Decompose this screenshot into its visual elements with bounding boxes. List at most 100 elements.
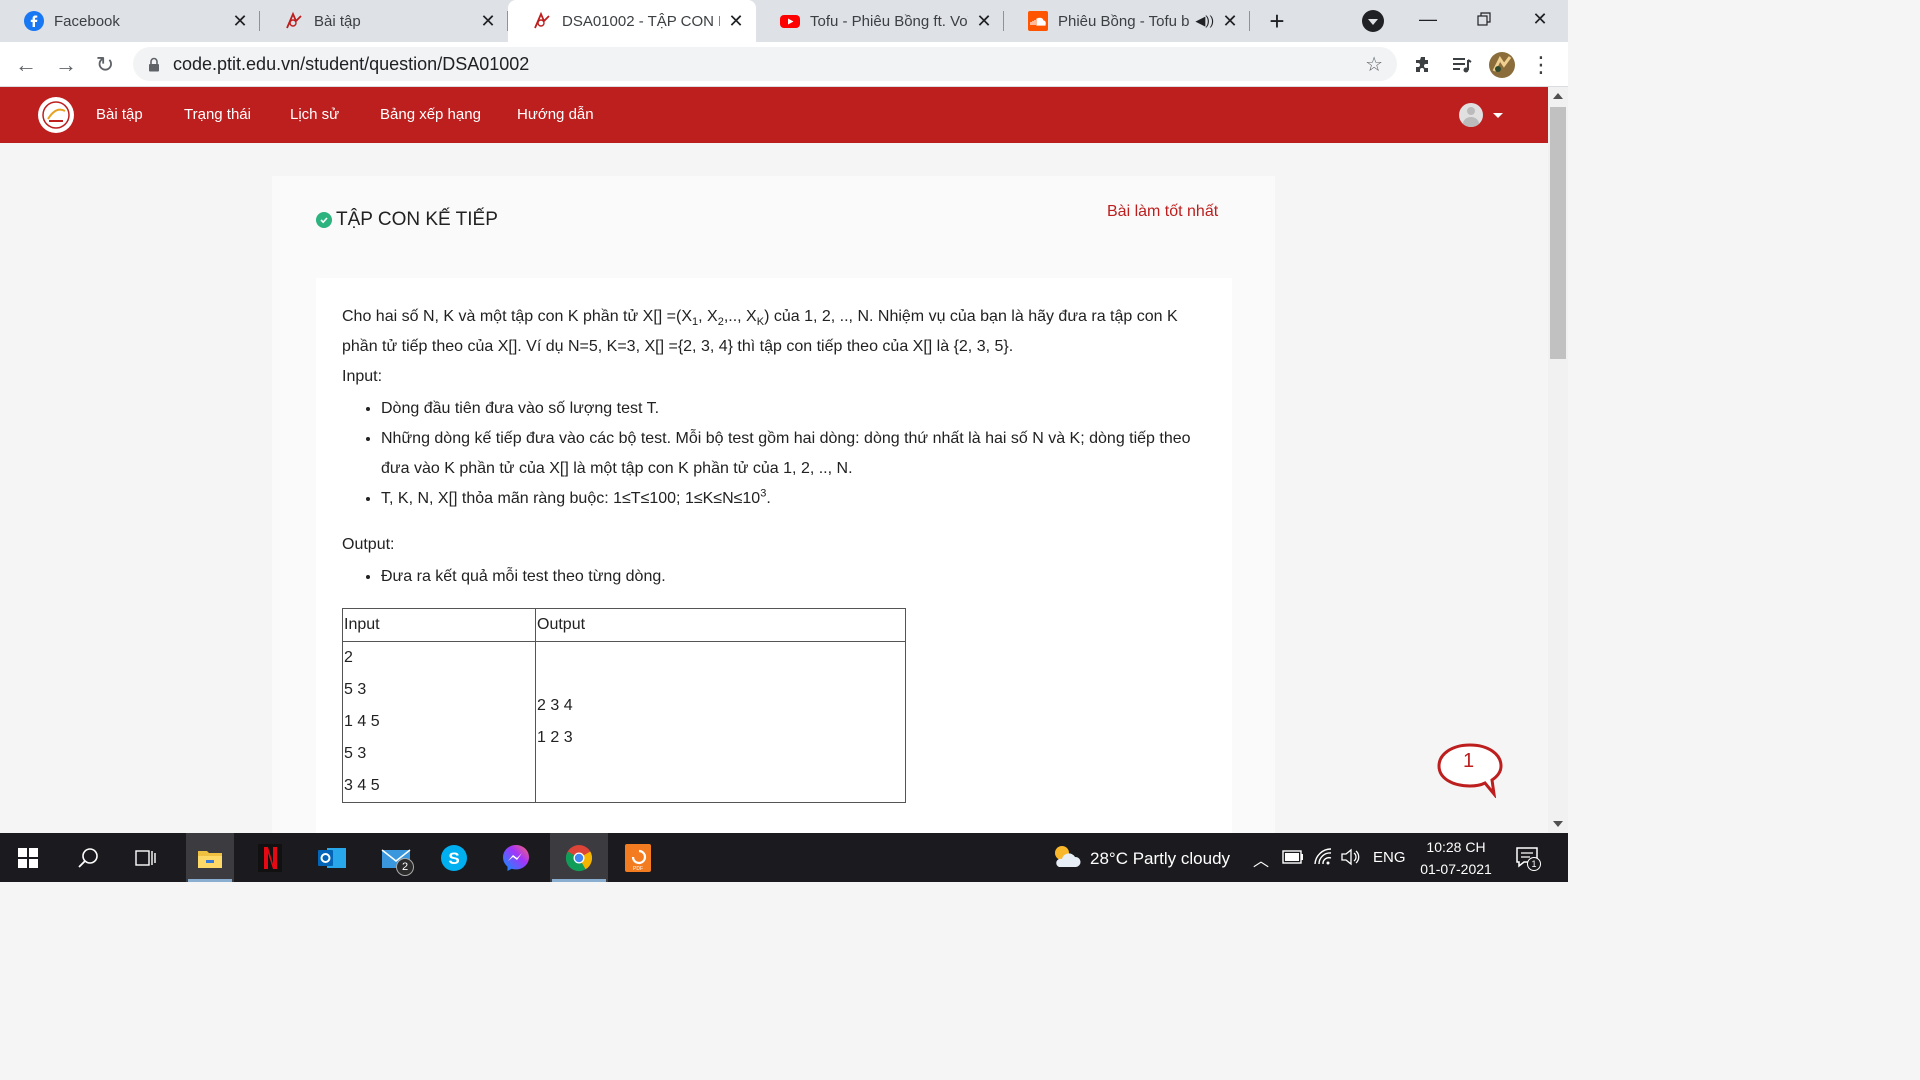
tab-title: DSA01002 - TẬP CON KẾ TIẾP [562,12,720,30]
language-indicator[interactable]: ENG [1373,849,1406,866]
close-icon[interactable]: ✕ [726,11,746,31]
mail-icon[interactable]: 2 [372,833,420,882]
scroll-up-icon[interactable] [1553,93,1563,99]
user-avatar[interactable] [1459,103,1483,127]
bookmark-star-icon[interactable]: ☆ [1365,52,1383,77]
table-row: 2 5 3 1 4 5 5 3 3 4 5 2 3 4 1 2 3 [342,641,906,803]
tab-title: Facebook [54,12,120,30]
url-text: code.ptit.edu.vn/student/question/DSA010… [173,53,530,74]
pdf-reader-icon[interactable]: PDF [614,833,662,882]
close-icon[interactable]: ✕ [230,11,250,31]
output-list: Đưa ra kết quả mỗi test theo từng dòng. [381,562,1206,592]
example-input-line: 2 [344,649,353,666]
reload-icon[interactable]: ↻ [89,49,121,81]
chevron-down-icon[interactable] [1493,113,1503,118]
tab-youtube[interactable]: Tofu - Phiêu Bồng ft. VoVa ✕ [756,0,1004,42]
clock-date: 01-07-2021 [1420,861,1492,877]
tab-bai-tap[interactable]: Bài tập ✕ [260,0,508,42]
nav-huong-dan[interactable]: Hướng dẫn [517,106,594,123]
profile-avatar[interactable] [1488,51,1516,79]
address-bar[interactable]: code.ptit.edu.vn/student/question/DSA010… [133,47,1397,81]
problem-title: TẬP CON KẾ TIẾP [316,209,498,231]
nav-bai-tap[interactable]: Bài tập [96,106,143,123]
tab-search-icon[interactable] [1362,10,1384,32]
problem-statement: Cho hai số N, K và một tập con K phần tử… [316,278,1232,838]
more-menu-icon[interactable]: ⋮ [1527,51,1555,79]
nav-bang-xep-hang[interactable]: Bảng xếp hạng [380,106,481,123]
tab-dsa01002[interactable]: DSA01002 - TẬP CON KẾ TIẾP ✕ [508,0,756,42]
example-table: Input Output 2 5 3 1 4 5 5 3 3 4 5 2 3 4… [342,608,906,803]
nav-lich-su[interactable]: Lịch sử [290,106,339,123]
lock-icon[interactable] [147,56,161,72]
forward-icon[interactable]: → [50,49,82,81]
restore-icon[interactable] [1456,0,1512,38]
netflix-icon[interactable] [246,833,294,882]
close-icon[interactable]: ✕ [974,11,994,31]
task-view-icon[interactable] [122,833,170,882]
tab-title: Phiêu Bồng - Tofu by [1058,12,1190,30]
page-scrollbar[interactable] [1548,87,1568,833]
ptit-code-icon [284,11,304,31]
outlook-icon[interactable] [308,833,356,882]
weather-icon[interactable] [1050,843,1082,871]
close-window-icon[interactable]: ✕ [1512,0,1568,38]
battery-icon[interactable] [1282,850,1304,869]
search-icon[interactable] [64,833,112,882]
back-icon[interactable]: ← [10,49,42,81]
mail-badge: 2 [396,858,414,876]
chat-bubble-button[interactable]: 1 [1436,742,1504,800]
check-circle-icon [316,212,332,228]
speaker-icon[interactable]: ◀)) [1195,13,1214,29]
close-icon[interactable]: ✕ [478,11,498,31]
svg-text:PDF: PDF [633,866,643,872]
file-explorer-icon[interactable] [186,833,234,882]
new-tab-button[interactable]: + [1262,6,1292,36]
example-output-line: 2 3 4 [537,697,573,714]
site-navbar: Bài tập Trạng thái Lịch sử Bảng xếp hạng… [0,87,1548,143]
media-control-icon[interactable] [1448,51,1476,79]
example-output-line: 1 2 3 [537,729,573,746]
problem-title-text: TẬP CON KẾ TIẾP [336,209,498,230]
best-solution-link[interactable]: Bài làm tốt nhất [1107,203,1218,221]
table-header-input: Input [342,608,536,642]
chrome-icon[interactable] [550,833,608,882]
scroll-down-icon[interactable] [1553,821,1563,827]
weather-text[interactable]: 28°C Partly cloudy [1090,849,1230,869]
list-item: Dòng đầu tiên đưa vào số lượng test T. [381,394,1206,424]
wifi-icon[interactable] [1313,848,1333,871]
volume-icon[interactable] [1340,848,1360,871]
tab-soundcloud[interactable]: Phiêu Bồng - Tofu by ◀)) ✕ [1004,0,1250,42]
input-list: Dòng đầu tiên đưa vào số lượng test T. N… [381,394,1206,514]
tab-title: Bài tập [314,12,361,30]
problem-intro: Cho hai số N, K và một tập con K phần tử… [342,308,1178,355]
chat-count: 1 [1463,750,1475,772]
example-input-line: 1 4 5 [344,713,380,730]
example-output-cell: 2 3 4 1 2 3 [535,641,906,803]
table-header-row: Input Output [342,608,906,642]
ptit-logo[interactable] [38,97,74,133]
youtube-icon [780,11,800,31]
ptit-code-icon [532,11,552,31]
list-item: T, K, N, X[] thỏa mãn ràng buộc: 1≤T≤100… [381,484,1206,514]
messenger-icon[interactable] [492,833,540,882]
extensions-icon[interactable] [1409,51,1437,79]
input-label: Input: [342,368,383,385]
browser-toolbar: ← → ↻ code.ptit.edu.vn/student/question/… [0,42,1568,87]
close-icon[interactable]: ✕ [1220,11,1240,31]
output-label: Output: [342,536,395,553]
example-input-line: 5 3 [344,681,367,698]
scrollbar-thumb[interactable] [1550,107,1566,359]
notification-icon[interactable]: 1 [1515,845,1541,871]
minimize-icon[interactable]: — [1400,0,1456,38]
list-item: Đưa ra kết quả mỗi test theo từng dòng. [381,562,1206,592]
skype-icon[interactable]: S [430,833,478,882]
nav-trang-thai[interactable]: Trạng thái [184,106,251,123]
show-hidden-icons-chevron[interactable]: ︿ [1253,847,1269,871]
clock[interactable]: 10:28 CH 01-07-2021 [1408,836,1504,880]
tab-strip: Facebook ✕ Bài tập ✕ DSA01002 - TẬP CON … [0,0,1568,42]
tab-facebook[interactable]: Facebook ✕ [0,0,260,42]
facebook-icon [24,11,44,31]
windows-start-icon[interactable] [4,833,52,882]
tab-title: Tofu - Phiêu Bồng ft. VoVa [810,12,968,30]
svg-text:S: S [448,849,459,868]
